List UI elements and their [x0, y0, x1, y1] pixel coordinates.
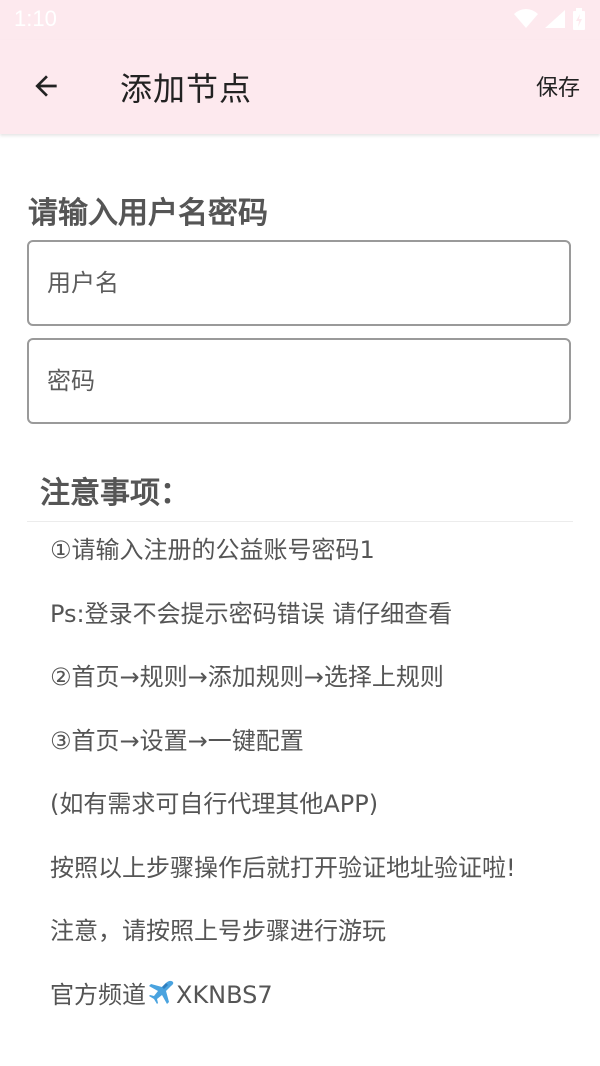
notice-line: ③首页→设置→一键配置 — [50, 726, 304, 755]
status-time: 1:10 — [14, 6, 57, 31]
save-button[interactable]: 保存 — [536, 70, 580, 102]
back-button[interactable] — [22, 62, 70, 110]
airplane-icon — [146, 979, 176, 1021]
arrow-back-icon — [35, 75, 57, 97]
password-field[interactable] — [29, 340, 569, 422]
notice-line: 注意，请按照上号步骤进行游玩 — [50, 917, 386, 945]
status-bar: 1:10 — [0, 0, 600, 40]
credentials-heading: 请输入用户名密码 — [28, 196, 268, 231]
notice-line: (如有需求可自行代理其他APP) — [50, 790, 379, 818]
notice-list: ①请输入注册的公益账号密码1 Ps:登录不会提示密码错误 请仔细查看 ②首页→规… — [50, 530, 590, 1038]
channel-line: 官方频道 XKNBS7 — [50, 975, 590, 1039]
battery-icon — [573, 8, 585, 30]
notice-line: 按照以上步骤操作后就打开验证地址验证啦! — [50, 853, 516, 882]
password-field-container — [27, 338, 571, 424]
notice-title: 注意事项： — [40, 476, 190, 511]
notice-line: ②首页→规则→添加规则→选择上规则 — [50, 663, 444, 691]
username-field[interactable] — [29, 242, 569, 324]
page-title: 添加节点 — [120, 70, 253, 108]
username-field-container — [27, 240, 571, 326]
channel-id: XKNBS7 — [176, 980, 273, 1009]
divider — [27, 521, 573, 522]
channel-prefix: 官方频道 — [50, 980, 146, 1009]
wifi-icon — [514, 9, 538, 28]
notice-line: Ps:登录不会提示密码错误 请仔细查看 — [50, 599, 453, 628]
signal-icon — [545, 10, 565, 28]
status-icons — [514, 8, 586, 30]
notice-line: ①请输入注册的公益账号密码1 — [50, 536, 375, 564]
app-bar: 添加节点 保存 — [0, 40, 600, 134]
